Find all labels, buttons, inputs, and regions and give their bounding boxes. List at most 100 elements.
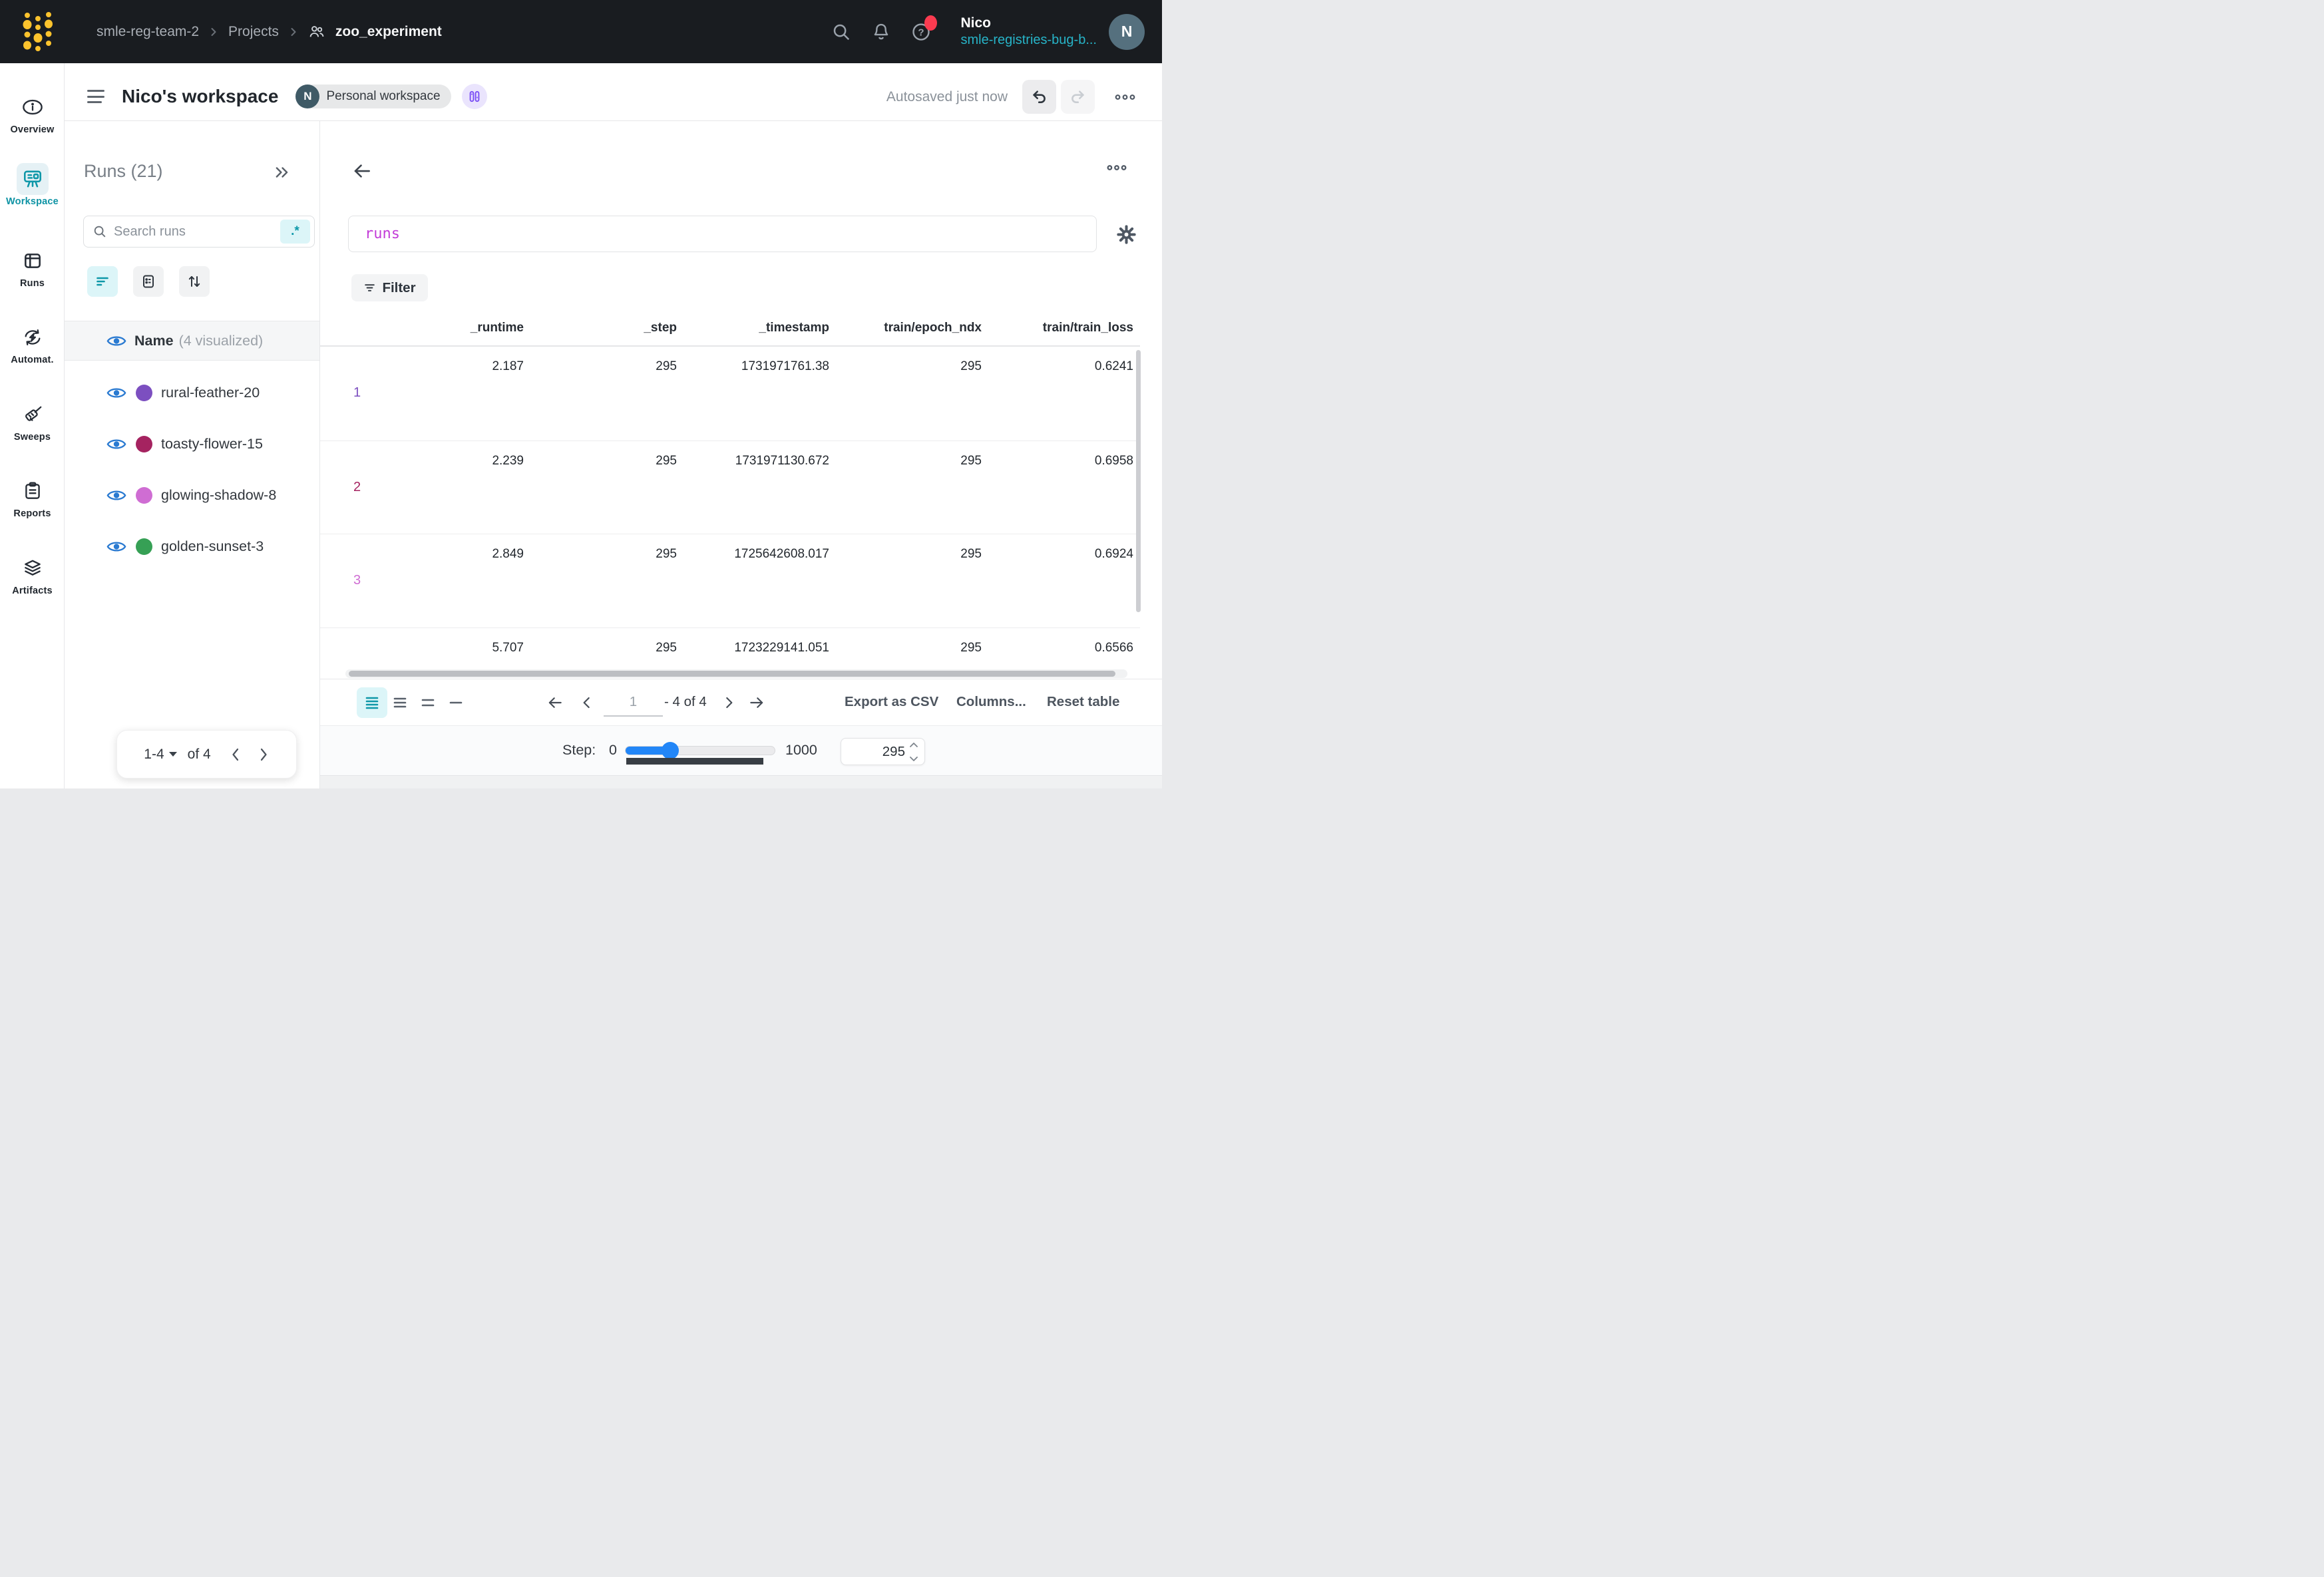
column-header-runtime[interactable]: _runtime <box>471 321 524 335</box>
wandb-logo-icon[interactable] <box>23 9 53 55</box>
row-height-large-button[interactable] <box>413 687 443 718</box>
sidebar-item-runs[interactable]: Runs <box>0 245 65 289</box>
step-slider-handle[interactable] <box>662 742 679 759</box>
workspace-more-menu-icon[interactable] <box>1115 93 1135 101</box>
sidebar-item-automations[interactable]: Automat. <box>0 321 65 365</box>
row-index: 3 <box>353 573 361 588</box>
bell-icon <box>871 22 891 42</box>
column-header-timestamp[interactable]: _timestamp <box>759 321 829 335</box>
run-name: rural-feather-20 <box>161 385 260 401</box>
breadcrumb-projects[interactable]: Projects <box>228 24 279 40</box>
query-expression-input[interactable] <box>365 226 1080 242</box>
chevron-up-icon[interactable] <box>909 742 918 748</box>
columns-button[interactable]: Columns... <box>956 694 1026 710</box>
sort-runs-button[interactable] <box>179 266 210 297</box>
reset-table-button[interactable]: Reset table <box>1047 694 1119 710</box>
table-row[interactable]: 3 2.849 295 1725642608.017 295 0.6924 <box>320 534 1140 627</box>
panel-more-menu-icon[interactable] <box>1107 164 1127 172</box>
reports-clipboard-icon <box>22 480 43 502</box>
runs-panel: Runs (21) .* <box>65 121 320 788</box>
previous-page-icon[interactable] <box>578 694 596 711</box>
run-name: glowing-shadow-8 <box>161 487 276 504</box>
breadcrumb-project[interactable]: zoo_experiment <box>335 24 442 40</box>
next-page-icon[interactable] <box>258 747 270 763</box>
runs-list-name-label: Name <box>134 333 174 349</box>
prev-page-icon[interactable] <box>230 747 242 763</box>
search-button[interactable] <box>831 22 851 42</box>
filter-lines-icon <box>95 273 110 289</box>
workspace-owner-badge[interactable]: N Personal workspace <box>295 85 451 108</box>
breadcrumb-entity[interactable]: smle-reg-team-2 <box>97 24 199 40</box>
breadcrumb: smle-reg-team-2 Projects zoo_experiment <box>97 0 442 63</box>
notification-badge <box>924 15 937 31</box>
horizontal-scrollbar[interactable] <box>349 671 1115 677</box>
top-navigation-bar: smle-reg-team-2 Projects zoo_experiment … <box>0 0 1162 63</box>
sidebar-item-overview[interactable]: Overview <box>0 91 65 135</box>
gear-icon[interactable] <box>1116 224 1137 245</box>
last-page-icon[interactable] <box>748 694 765 711</box>
column-header-step[interactable]: _step <box>644 321 677 335</box>
step-slider[interactable] <box>625 746 775 755</box>
cell-train-loss: 0.6958 <box>1095 454 1133 468</box>
workspace-settings-chip[interactable] <box>462 84 487 109</box>
menu-hamburger-icon[interactable] <box>87 90 104 103</box>
run-list-item[interactable]: toasty-flower-15 <box>65 419 319 470</box>
step-value-input[interactable] <box>841 739 905 765</box>
first-page-icon[interactable] <box>546 694 564 711</box>
run-name: toasty-flower-15 <box>161 436 263 452</box>
eye-visibility-icon[interactable] <box>106 488 126 502</box>
notifications-button[interactable] <box>871 22 891 42</box>
avatar[interactable]: N <box>1109 14 1145 50</box>
runs-list-header-row[interactable]: Name (4 visualized) <box>65 321 319 361</box>
run-list-item[interactable]: glowing-shadow-8 <box>65 470 319 521</box>
step-stepper[interactable] <box>909 742 918 762</box>
eye-visibility-icon[interactable] <box>106 334 126 348</box>
eye-visibility-icon[interactable] <box>106 386 126 400</box>
sidebar-item-workspace[interactable]: Workspace <box>0 163 65 207</box>
table-row[interactable]: 1 2.187 295 1731971761.38 295 0.6241 <box>320 347 1140 440</box>
chevron-down-icon[interactable] <box>909 756 918 762</box>
row-height-small-button[interactable] <box>357 687 387 718</box>
column-header-epoch-ndx[interactable]: train/epoch_ndx <box>884 321 982 335</box>
run-list-item[interactable]: golden-sunset-3 <box>65 521 319 572</box>
user-team-link[interactable]: smle-registries-bug-b... <box>960 32 1097 49</box>
vertical-scrollbar[interactable] <box>1136 350 1141 612</box>
help-button[interactable]: ? <box>911 22 931 42</box>
undo-button[interactable] <box>1022 80 1056 114</box>
column-header-train-loss[interactable]: train/train_loss <box>1043 321 1133 335</box>
sidebar-item-sweeps[interactable]: Sweeps <box>0 399 65 442</box>
runs-page-range-dropdown[interactable]: 1-4 <box>144 747 176 763</box>
sidebar-item-artifacts[interactable]: Artifacts <box>0 552 65 596</box>
regex-toggle-button[interactable]: .* <box>280 220 310 244</box>
run-color-dot <box>136 487 152 504</box>
table-body: 1 2.187 295 1731971761.38 295 0.6241 2 2… <box>320 345 1140 669</box>
table-footer-toolbar: - 4 of 4 Export as CSV Columns... Reset … <box>320 679 1162 725</box>
table-filter-button[interactable]: Filter <box>351 274 428 301</box>
search-icon <box>831 22 851 42</box>
filter-runs-button[interactable] <box>87 266 118 297</box>
owner-avatar: N <box>295 85 319 108</box>
runs-panel-toolbar <box>87 266 210 297</box>
redo-button[interactable] <box>1061 80 1095 114</box>
user-block[interactable]: Nico smle-registries-bug-b... <box>960 15 1097 49</box>
page-number-input[interactable] <box>604 689 663 717</box>
row-height-medium-button[interactable] <box>385 687 415 718</box>
eye-visibility-icon[interactable] <box>106 540 126 554</box>
cell-timestamp: 1731971130.672 <box>735 454 829 468</box>
table-row[interactable]: 4 5.707 295 1723229141.051 295 0.6566 <box>320 627 1140 669</box>
row-height-xlarge-button[interactable] <box>441 687 471 718</box>
sidebar-item-reports[interactable]: Reports <box>0 475 65 519</box>
runs-search-input[interactable] <box>114 224 280 240</box>
export-csv-button[interactable]: Export as CSV <box>845 694 938 710</box>
runs-visualized-count: (4 visualized) <box>179 333 264 349</box>
step-min-value: 0 <box>609 742 617 759</box>
table-row[interactable]: 2 2.239 295 1731971130.672 295 0.6958 <box>320 440 1140 534</box>
back-arrow-icon[interactable] <box>352 161 372 181</box>
next-page-icon[interactable] <box>720 694 737 711</box>
collapse-panel-icon[interactable] <box>274 164 291 181</box>
row-height-3-lines-icon <box>393 695 407 710</box>
eye-visibility-icon[interactable] <box>106 437 126 451</box>
artifacts-layers-icon <box>22 558 43 579</box>
run-list-item[interactable]: rural-feather-20 <box>65 367 319 419</box>
run-details-button[interactable] <box>133 266 164 297</box>
